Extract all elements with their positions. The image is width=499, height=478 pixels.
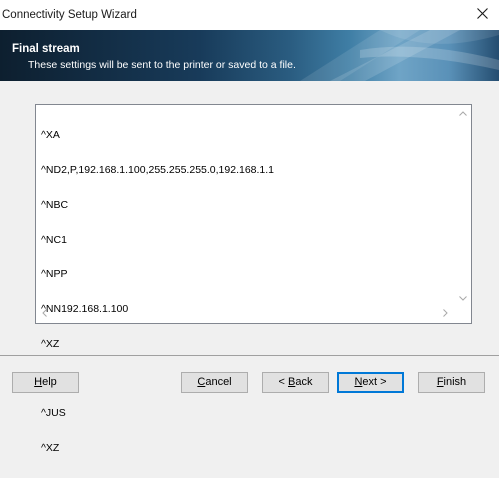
stream-line: ^NPP — [41, 268, 68, 281]
banner-title: Final stream — [12, 43, 80, 55]
title-bar: Connectivity Setup Wizard — [0, 0, 499, 30]
next-label: ext > — [362, 376, 387, 388]
footer-divider — [0, 355, 499, 356]
stream-line: ^ND2,P,192.168.1.100,255.255.255.0,192.1… — [41, 163, 275, 176]
back-prefix: < — [278, 376, 288, 388]
stream-line: ^NC1 — [41, 233, 67, 246]
next-button[interactable]: Next > — [337, 372, 404, 393]
stream-line: ^NBC — [41, 198, 69, 211]
close-icon — [476, 8, 488, 22]
stream-lines: ^XA ^ND2,P,192.168.1.100,255.255.255.0,1… — [41, 107, 274, 478]
stream-line: ^XA — [41, 129, 60, 142]
back-label: ack — [295, 376, 313, 388]
stream-line: ^XZ — [41, 337, 60, 350]
close-button[interactable] — [465, 0, 499, 30]
banner-decoration — [300, 30, 499, 81]
finish-button[interactable]: Finish — [418, 372, 485, 393]
window-title: Connectivity Setup Wizard — [2, 9, 137, 21]
help-mnemonic: H — [34, 376, 43, 388]
stream-line: ^XZ — [41, 442, 60, 455]
cancel-label: ancel — [205, 376, 232, 388]
scroll-right-arrow-icon[interactable] — [437, 306, 454, 323]
horizontal-scrollbar[interactable] — [36, 306, 454, 323]
header-banner: Final stream These settings will be sent… — [0, 30, 499, 81]
finish-label: inish — [443, 376, 467, 388]
scroll-up-arrow-icon[interactable] — [454, 105, 471, 122]
finish-mnemonic: F — [436, 376, 444, 388]
final-stream-textbox[interactable]: ^XA ^ND2,P,192.168.1.100,255.255.255.0,1… — [35, 104, 472, 454]
vertical-scrollbar[interactable] — [454, 105, 471, 307]
cancel-button[interactable]: Cancel — [181, 372, 248, 393]
help-button[interactable]: Help — [12, 372, 79, 393]
scroll-left-arrow-icon[interactable] — [36, 306, 53, 323]
stream-line: ^JUS — [41, 407, 66, 420]
help-label: elp — [42, 376, 57, 388]
banner-subtitle: These settings will be sent to the print… — [28, 59, 296, 71]
back-button[interactable]: < Back — [262, 372, 329, 393]
scroll-down-arrow-icon[interactable] — [454, 290, 471, 307]
